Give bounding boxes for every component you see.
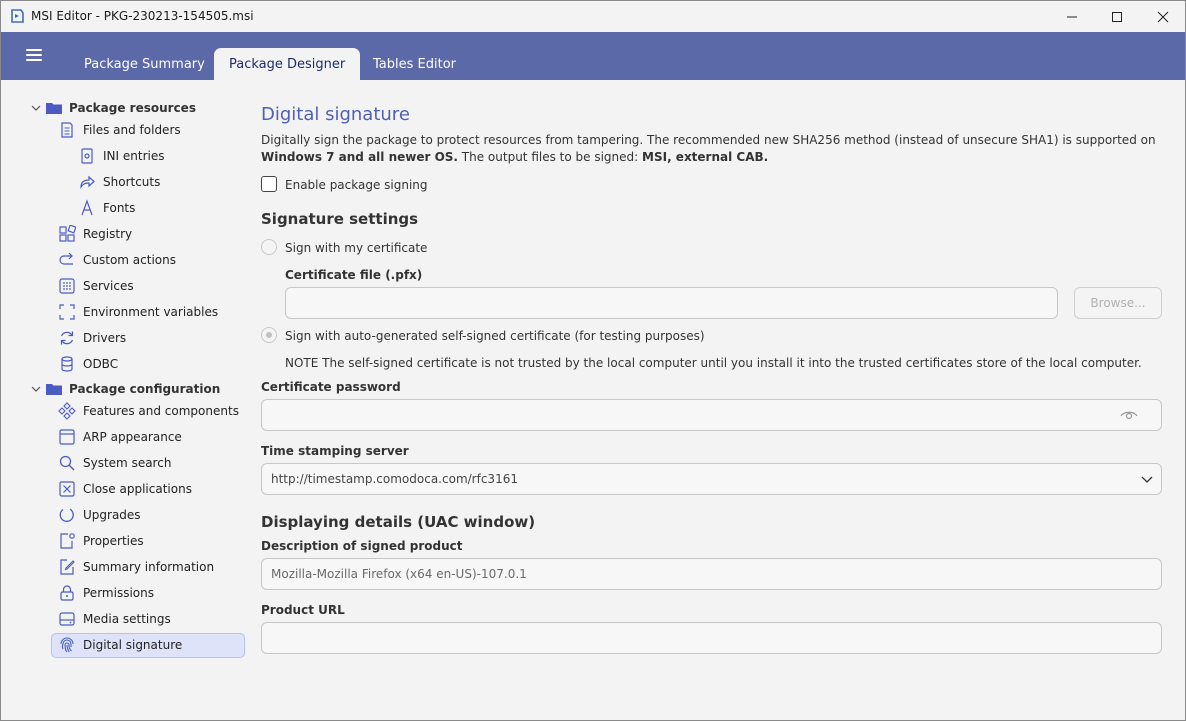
fingerprint-icon (60, 637, 74, 653)
header-bar: Package Summary Package Designer Tables … (1, 32, 1185, 80)
registry-icon (59, 225, 76, 242)
close-application-icon (59, 481, 75, 497)
maximize-icon (1112, 11, 1122, 22)
digital-signature-panel: Digital signature Digitally sign the pac… (261, 80, 1171, 720)
product-url-input[interactable] (261, 622, 1162, 654)
document-icon (61, 122, 73, 138)
window-app-icon (59, 429, 75, 445)
sign-self-signed-label[interactable]: Sign with auto-generated self-signed cer… (285, 329, 705, 343)
close-button[interactable] (1140, 1, 1185, 32)
folder-icon (46, 384, 62, 395)
time-stamping-server-select[interactable]: http://timestamp.comodoca.com/rfc3161 (261, 463, 1162, 495)
folder-icon (46, 103, 62, 114)
enable-signing-label[interactable]: Enable package signing (285, 178, 428, 192)
description-bold-os: Windows 7 and all newer OS. (261, 150, 458, 164)
edit-document-icon (60, 559, 75, 575)
certificate-password-input[interactable] (261, 399, 1162, 431)
page-description: Digitally sign the package to protect re… (261, 132, 1161, 166)
time-stamping-server-label: Time stamping server (261, 444, 409, 458)
sidebar-item-label: Permissions (83, 586, 154, 600)
sidebar-item-label: Summary information (83, 560, 215, 574)
sign-with-my-certificate-label[interactable]: Sign with my certificate (285, 241, 427, 255)
upgrade-icon (59, 508, 74, 522)
sidebar-item-label: Digital signature (83, 638, 183, 652)
eye-icon[interactable] (1119, 407, 1139, 423)
features-components-icon (58, 402, 76, 420)
sidebar-item-label: Shortcuts (103, 175, 161, 189)
app-logo-icon (11, 9, 24, 23)
sidebar-item-label: Environment variables (83, 305, 219, 319)
chevron-down-icon[interactable] (27, 380, 45, 398)
window-title: MSI Editor - PKG-230213-154505.msi (31, 9, 254, 23)
environment-variables-icon (59, 304, 75, 320)
msi-editor-window: MSI Editor - PKG-230213-154505.msi Packa… (0, 0, 1186, 721)
tab-package-designer[interactable]: Package Designer (214, 48, 361, 80)
description-text: The output files to be signed: (457, 150, 643, 164)
drivers-refresh-icon (60, 331, 74, 345)
tab-package-summary[interactable]: Package Summary (69, 48, 220, 80)
tree-group-label: Package configuration (69, 382, 221, 396)
product-url-label: Product URL (261, 603, 345, 617)
tree-group-label: Package resources (69, 101, 196, 115)
displaying-details-heading: Displaying details (UAC window) (261, 513, 536, 531)
certificate-password-label: Certificate password (261, 380, 401, 394)
lock-icon (60, 585, 74, 601)
close-icon (1157, 11, 1169, 22)
enable-signing-checkbox[interactable] (261, 176, 277, 192)
font-icon (81, 199, 93, 216)
sidebar-item-label: ODBC (83, 357, 119, 371)
properties-icon (60, 533, 75, 549)
maximize-button[interactable] (1094, 1, 1140, 32)
services-grid-icon (59, 278, 75, 294)
minimize-icon (1067, 16, 1077, 17)
minimize-button[interactable] (1049, 1, 1095, 32)
sign-with-my-certificate-radio[interactable] (261, 239, 277, 255)
sidebar-item-label: Features and components (83, 404, 239, 418)
certificate-file-input[interactable] (285, 287, 1058, 319)
sign-self-signed-radio[interactable] (261, 327, 277, 343)
chevron-down-icon[interactable] (27, 99, 45, 117)
ini-file-icon (81, 148, 93, 164)
sidebar-item-label: Media settings (83, 612, 171, 626)
description-of-signed-product-input[interactable]: Mozilla-Mozilla Firefox (x64 en-US)-107.… (261, 558, 1162, 590)
shortcut-arrow-icon (80, 175, 95, 189)
sidebar-item-label: Services (83, 279, 134, 293)
description-bold-files: MSI, external CAB. (642, 150, 769, 164)
chevron-down-icon[interactable] (1140, 473, 1154, 485)
sidebar-item-label: Fonts (103, 201, 136, 215)
custom-action-icon (59, 252, 73, 265)
sidebar-item-label: System search (83, 456, 172, 470)
sidebar-item-label: Upgrades (83, 508, 141, 522)
sidebar-item-label: ARP appearance (83, 430, 182, 444)
search-icon (59, 455, 75, 471)
sidebar-item-label: Registry (83, 227, 133, 241)
sidebar-item-label: Custom actions (83, 253, 176, 267)
media-drive-icon (59, 612, 75, 626)
database-icon (61, 356, 73, 372)
sidebar-item-label: Properties (83, 534, 144, 548)
sidebar-item-label: Drivers (83, 331, 127, 345)
description-text: Digitally sign the package to protect re… (261, 133, 1156, 147)
hamburger-menu-icon[interactable] (26, 49, 42, 61)
sidebar-item-label: INI entries (103, 149, 165, 163)
description-of-signed-product-label: Description of signed product (261, 539, 463, 553)
certificate-file-label: Certificate file (.pfx) (285, 268, 423, 282)
sidebar-item-label: Close applications (83, 482, 192, 496)
signature-settings-heading: Signature settings (261, 210, 419, 228)
sidebar-item-label: Files and folders (83, 123, 181, 137)
browse-button[interactable]: Browse... (1074, 287, 1162, 319)
sidebar-tree: Package resources Files and folders INI … (1, 80, 251, 720)
self-signed-note: NOTE The self-signed certificate is not … (285, 356, 1142, 370)
tab-tables-editor[interactable]: Tables Editor (358, 48, 471, 80)
page-title: Digital signature (261, 104, 410, 125)
title-bar: MSI Editor - PKG-230213-154505.msi (1, 1, 1185, 32)
